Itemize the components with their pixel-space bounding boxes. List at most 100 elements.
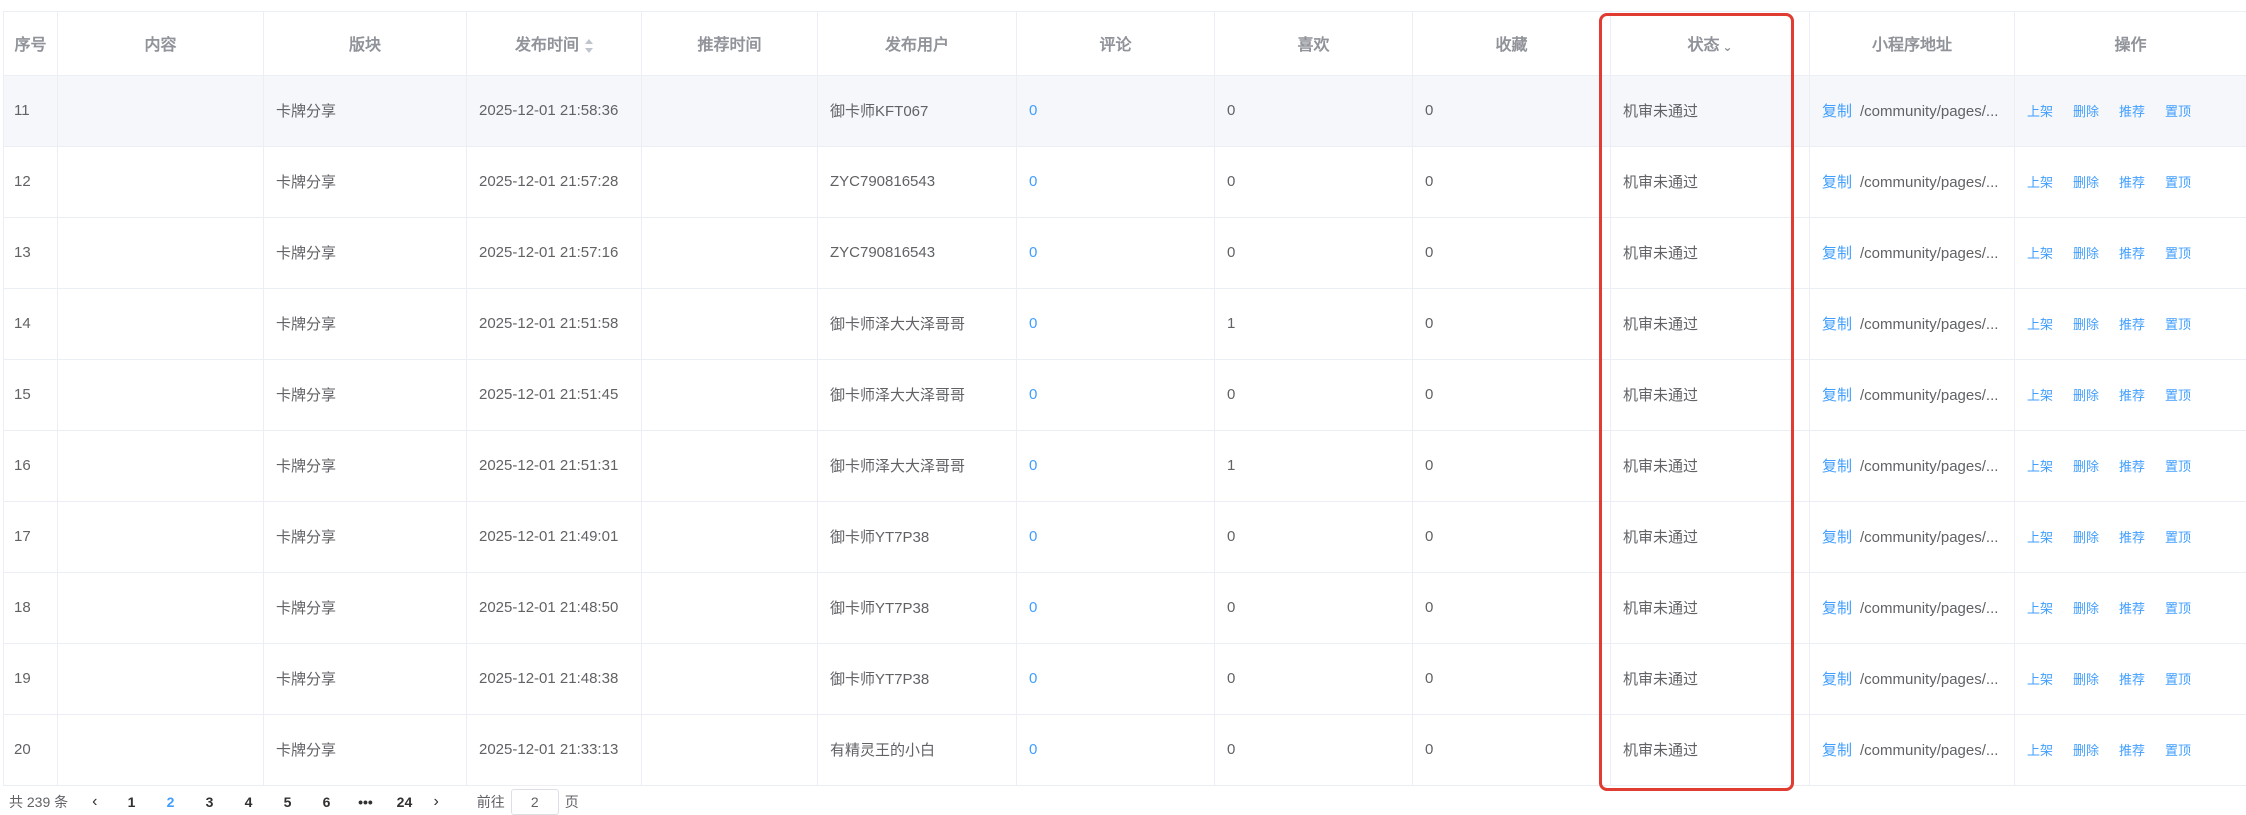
page-button[interactable]: 1	[121, 794, 141, 810]
pin-link[interactable]: 置顶	[2165, 601, 2191, 616]
page-button[interactable]: 3	[199, 794, 219, 810]
chevron-down-icon[interactable]: ⌄	[1722, 40, 1732, 54]
copy-path-link[interactable]: 复制	[1822, 742, 1852, 759]
more-pages-button[interactable]: •••	[355, 794, 375, 810]
copy-path-link[interactable]: 复制	[1822, 387, 1852, 404]
cell-likes: 1	[1215, 288, 1413, 359]
page-button[interactable]: 4	[238, 794, 258, 810]
comments-count-link[interactable]: 0	[1029, 670, 1037, 687]
cell-likes: 0	[1215, 643, 1413, 714]
header-publish-time[interactable]: 发布时间	[467, 12, 642, 75]
copy-path-link[interactable]: 复制	[1822, 245, 1852, 262]
comments-count-link[interactable]: 0	[1029, 599, 1037, 616]
pin-link[interactable]: 置顶	[2165, 175, 2191, 190]
recommend-link[interactable]: 推荐	[2119, 104, 2145, 119]
copy-path-link[interactable]: 复制	[1822, 671, 1852, 688]
delete-link[interactable]: 删除	[2073, 601, 2099, 616]
comments-count-link[interactable]: 0	[1029, 173, 1037, 190]
cell-miniprogram-path: 复制/community/pages/...	[1810, 75, 2015, 146]
cell-status: 机审未通过	[1611, 146, 1810, 217]
cell-actions: 上架 删除 推荐 置顶	[2015, 430, 2246, 501]
copy-path-link[interactable]: 复制	[1822, 316, 1852, 333]
copy-path-link[interactable]: 复制	[1822, 600, 1852, 617]
pin-link[interactable]: 置顶	[2165, 317, 2191, 332]
copy-path-link[interactable]: 复制	[1822, 103, 1852, 120]
delete-link[interactable]: 删除	[2073, 175, 2099, 190]
shelve-link[interactable]: 上架	[2027, 175, 2053, 190]
page-button[interactable]: 24	[394, 794, 414, 810]
delete-link[interactable]: 删除	[2073, 388, 2099, 403]
cell-actions: 上架 删除 推荐 置顶	[2015, 146, 2246, 217]
cell-publisher: 御卡师泽大大泽哥哥	[818, 430, 1017, 501]
pin-link[interactable]: 置顶	[2165, 672, 2191, 687]
comments-count-link[interactable]: 0	[1029, 244, 1037, 261]
page-jumper: 前往 页	[477, 789, 579, 815]
delete-link[interactable]: 删除	[2073, 317, 2099, 332]
shelve-link[interactable]: 上架	[2027, 530, 2053, 545]
page-button[interactable]: 6	[316, 794, 336, 810]
shelve-link[interactable]: 上架	[2027, 104, 2053, 119]
delete-link[interactable]: 删除	[2073, 743, 2099, 758]
cell-publisher: 御卡师KFT067	[818, 75, 1017, 146]
page-button[interactable]: 5	[277, 794, 297, 810]
recommend-link[interactable]: 推荐	[2119, 459, 2145, 474]
recommend-link[interactable]: 推荐	[2119, 246, 2145, 261]
pagination-total: 共 239 条	[9, 792, 68, 812]
shelve-link[interactable]: 上架	[2027, 246, 2053, 261]
comments-count-link[interactable]: 0	[1029, 102, 1037, 119]
page-button-current[interactable]: 2	[160, 794, 180, 810]
pin-link[interactable]: 置顶	[2165, 743, 2191, 758]
delete-link[interactable]: 删除	[2073, 530, 2099, 545]
shelve-link[interactable]: 上架	[2027, 672, 2053, 687]
cell-actions: 上架 删除 推荐 置顶	[2015, 75, 2246, 146]
copy-path-link[interactable]: 复制	[1822, 174, 1852, 191]
comments-count-link[interactable]: 0	[1029, 315, 1037, 332]
copy-path-link[interactable]: 复制	[1822, 529, 1852, 546]
pin-link[interactable]: 置顶	[2165, 246, 2191, 261]
delete-link[interactable]: 删除	[2073, 104, 2099, 119]
delete-link[interactable]: 删除	[2073, 246, 2099, 261]
cell-status: 机审未通过	[1611, 430, 1810, 501]
recommend-link[interactable]: 推荐	[2119, 743, 2145, 758]
sort-caret-icon[interactable]	[585, 39, 593, 53]
recommend-link[interactable]: 推荐	[2119, 672, 2145, 687]
comments-count-link[interactable]: 0	[1029, 741, 1037, 758]
recommend-link[interactable]: 推荐	[2119, 530, 2145, 545]
delete-link[interactable]: 删除	[2073, 672, 2099, 687]
chevron-left-icon[interactable]: ‹	[92, 793, 97, 811]
header-status[interactable]: 状态⌄	[1611, 12, 1810, 75]
recommend-link[interactable]: 推荐	[2119, 388, 2145, 403]
shelve-link[interactable]: 上架	[2027, 459, 2053, 474]
shelve-link[interactable]: 上架	[2027, 317, 2053, 332]
cell-favorites: 0	[1413, 430, 1611, 501]
cell-index: 19	[4, 643, 58, 714]
pin-link[interactable]: 置顶	[2165, 104, 2191, 119]
copy-path-link[interactable]: 复制	[1822, 458, 1852, 475]
delete-link[interactable]: 删除	[2073, 459, 2099, 474]
recommend-link[interactable]: 推荐	[2119, 317, 2145, 332]
shelve-link[interactable]: 上架	[2027, 601, 2053, 616]
cell-favorites: 0	[1413, 714, 1611, 785]
pagination: 共 239 条 ‹ 1 2 3 4 5 6 ••• 24 › 前往 页	[9, 790, 579, 814]
cell-content	[58, 501, 264, 572]
cell-publish-time: 2025-12-01 21:48:50	[467, 572, 642, 643]
shelve-link[interactable]: 上架	[2027, 388, 2053, 403]
pin-link[interactable]: 置顶	[2165, 459, 2191, 474]
cell-publisher: ZYC790816543	[818, 146, 1017, 217]
chevron-right-icon[interactable]: ›	[433, 793, 438, 811]
comments-count-link[interactable]: 0	[1029, 528, 1037, 545]
cell-publisher: 御卡师泽大大泽哥哥	[818, 359, 1017, 430]
comments-count-link[interactable]: 0	[1029, 457, 1037, 474]
cell-index: 16	[4, 430, 58, 501]
cell-content	[58, 572, 264, 643]
pin-link[interactable]: 置顶	[2165, 530, 2191, 545]
cell-publish-time: 2025-12-01 21:51:45	[467, 359, 642, 430]
shelve-link[interactable]: 上架	[2027, 743, 2053, 758]
recommend-link[interactable]: 推荐	[2119, 175, 2145, 190]
page-jump-input[interactable]	[511, 789, 559, 815]
table-row: 12 卡牌分享 2025-12-01 21:57:28 ZYC790816543…	[4, 146, 2246, 217]
pin-link[interactable]: 置顶	[2165, 388, 2191, 403]
recommend-link[interactable]: 推荐	[2119, 601, 2145, 616]
cell-publish-time: 2025-12-01 21:51:31	[467, 430, 642, 501]
comments-count-link[interactable]: 0	[1029, 386, 1037, 403]
